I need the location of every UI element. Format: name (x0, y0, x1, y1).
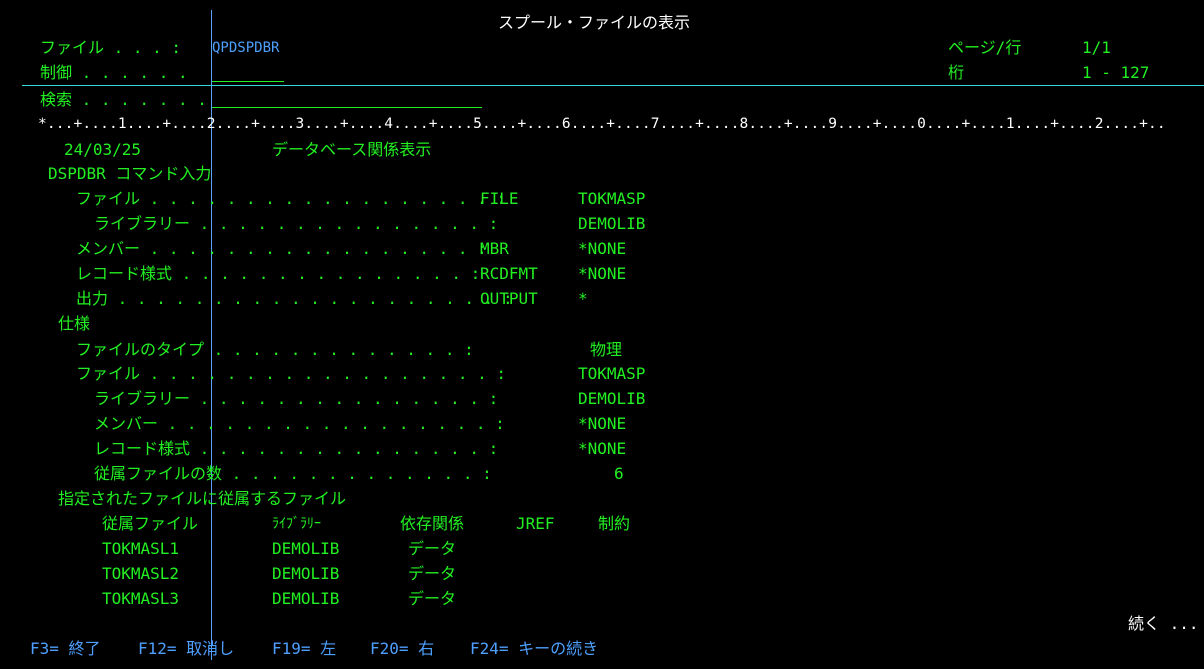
control-label: 制御 . . . . . . (40, 63, 188, 82)
spec-section-title: 仕様 (58, 314, 91, 333)
cmd-record-format-value: *NONE (578, 264, 627, 283)
cmd-record-format-keyword: RCDFMT (480, 264, 538, 283)
dep-row-dependency: データ (408, 564, 457, 583)
spec-file-value: TOKMASP (578, 364, 646, 383)
dep-col-library: ﾗｲﾌﾞﾗﾘｰ (272, 516, 321, 532)
column-label: 桁 (948, 63, 965, 82)
spec-member-label: メンバー . . . . . . . . . . . . . . . . . : (94, 414, 505, 433)
page-line-label: ページ/行 (948, 38, 1022, 57)
f12-cancel-key[interactable]: F12= 取消し (138, 639, 234, 659)
cmd-file-value: TOKMASP (578, 189, 646, 208)
cmd-file-label: ファイル . . . . . . . . . . . . . . . . . .… (76, 189, 507, 208)
report-date: 24/03/25 (64, 140, 142, 159)
dep-row-library: DEMOLIB (272, 589, 340, 608)
search-input[interactable] (212, 106, 482, 108)
dep-row-library: DEMOLIB (272, 539, 340, 558)
command-section-title: DSPDBR コマンド入力 (48, 164, 212, 183)
dep-col-jref: JREF (516, 514, 555, 533)
cmd-output-keyword: OUTPUT (480, 289, 538, 308)
cmd-output-label: 出力 . . . . . . . . . . . . . . . . . . .… (76, 289, 513, 308)
spec-member-value: *NONE (578, 414, 627, 433)
spec-file-type-value: 物理 (590, 340, 623, 359)
report-heading: データベース関係表示 (272, 140, 432, 159)
control-input[interactable] (212, 80, 284, 82)
header-separator (22, 85, 1204, 86)
screen-title: スプール・ファイルの表示 (498, 13, 691, 32)
column-ruler: *...+....1....+....2....+....3....+....4… (38, 116, 1166, 132)
cmd-record-format-label: レコード様式 . . . . . . . . . . . . . . . : (76, 264, 481, 283)
spec-dependent-count-value: 6 (614, 464, 624, 483)
file-name-value: QPDSPDBR (212, 40, 280, 56)
spec-record-format-label: レコード様式 . . . . . . . . . . . . . . . : (94, 439, 499, 458)
dep-row-library: DEMOLIB (272, 564, 340, 583)
dep-col-constraint: 制約 (598, 514, 631, 533)
dep-row-file: TOKMASL2 (102, 564, 180, 583)
spec-file-type-label: ファイルのタイプ . . . . . . . . . . . . . : (76, 340, 474, 359)
column-range-value: 1 - 127 (1082, 63, 1150, 82)
f20-right-key[interactable]: F20= 右 (370, 639, 434, 659)
spec-library-label: ライブラリー . . . . . . . . . . . . . . . : (94, 389, 499, 408)
spec-file-label: ファイル . . . . . . . . . . . . . . . . . .… (76, 364, 507, 383)
f3-exit-key[interactable]: F3= 終了 (30, 639, 101, 659)
file-label: ファイル . . . : (40, 38, 182, 57)
cmd-library-value: DEMOLIB (578, 214, 646, 233)
page-line-value: 1/1 (1082, 38, 1111, 57)
cmd-file-keyword: FILE (480, 189, 519, 208)
dep-col-file: 従属ファイル (102, 514, 199, 533)
spec-library-value: DEMOLIB (578, 389, 646, 408)
more-indicator: 続く ... (1128, 614, 1199, 633)
f19-left-key[interactable]: F19= 左 (272, 639, 336, 659)
cmd-library-label: ライブラリー . . . . . . . . . . . . . . . : (94, 214, 499, 233)
f24-more-keys-key[interactable]: F24= キーの続き (470, 639, 598, 659)
cmd-output-value: * (578, 289, 588, 308)
dep-row-dependency: データ (408, 589, 457, 608)
cmd-member-label: メンバー . . . . . . . . . . . . . . . . . : (76, 239, 487, 258)
dep-row-file: TOKMASL3 (102, 589, 180, 608)
spec-record-format-value: *NONE (578, 439, 627, 458)
dependent-section-title: 指定されたファイルに従属するファイル (58, 489, 347, 508)
dep-row-dependency: データ (408, 539, 457, 558)
cmd-member-value: *NONE (578, 239, 627, 258)
dep-col-dependency: 依存関係 (400, 514, 465, 533)
search-label: 検索 . . . . . . . (40, 90, 207, 109)
spec-dependent-count-label: 従属ファイルの数 . . . . . . . . . . . . . : (94, 464, 492, 483)
cmd-member-keyword: MBR (480, 239, 509, 258)
dep-row-file: TOKMASL1 (102, 539, 180, 558)
